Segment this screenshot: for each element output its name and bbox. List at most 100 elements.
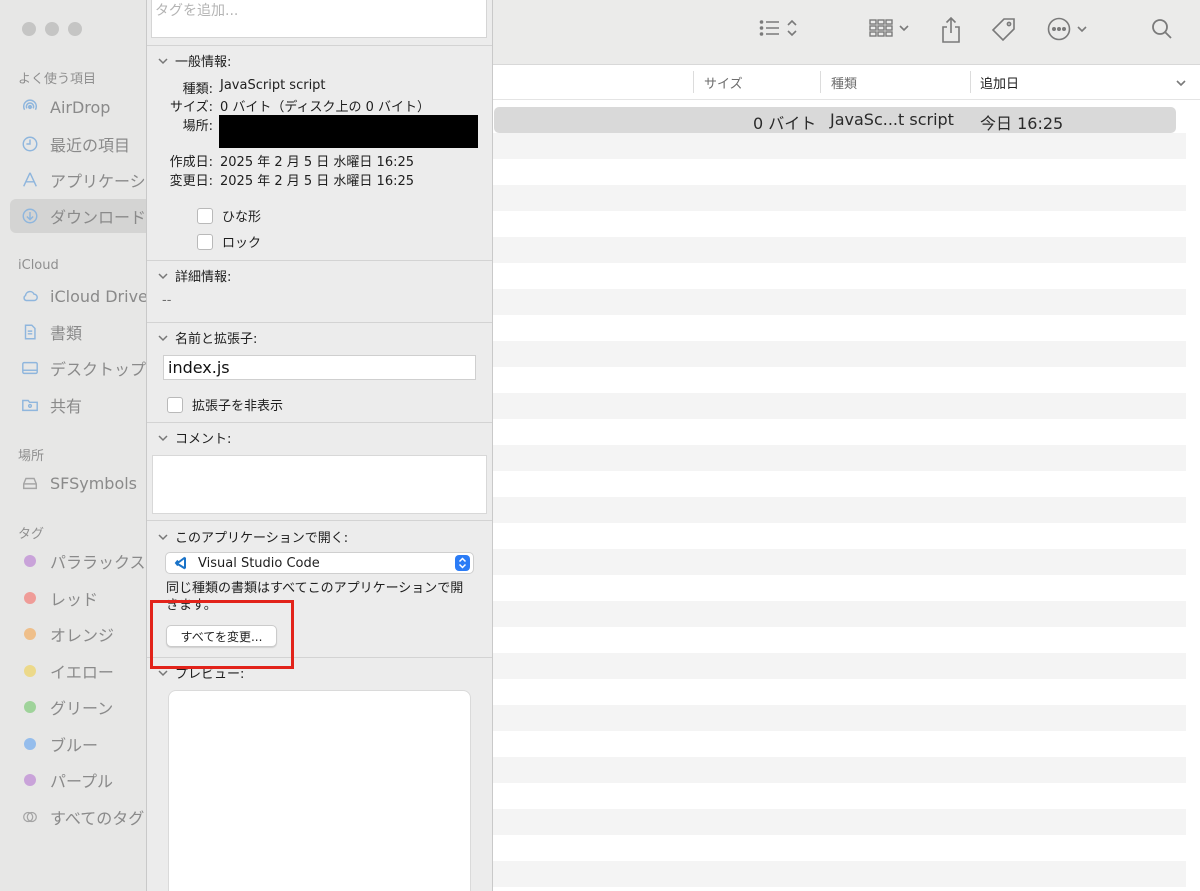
- locked-checkbox[interactable]: ロック: [197, 232, 261, 251]
- name-ext-section-toggle[interactable]: 名前と拡張子:: [157, 328, 257, 347]
- sidebar-item-documents[interactable]: 書類: [10, 315, 160, 349]
- sidebar-tag-parallax[interactable]: パララックス: [10, 544, 160, 578]
- chevron-down-icon: [158, 57, 168, 64]
- column-kind[interactable]: 種類: [831, 73, 857, 92]
- modified-key: 変更日:: [169, 174, 213, 189]
- sidebar-item-label: AirDrop: [50, 97, 111, 117]
- sidebar-tag-purple[interactable]: パープル: [10, 763, 160, 797]
- view-options-button[interactable]: [758, 16, 798, 40]
- size-key: サイズ:: [170, 100, 213, 115]
- comments-section-toggle[interactable]: コメント:: [157, 428, 231, 447]
- sidebar-tag-blue[interactable]: ブルー: [10, 727, 160, 761]
- sidebar-item-label: iCloud Drive: [50, 286, 148, 306]
- column-divider: [693, 71, 694, 93]
- modified-value: 2025 年 2 月 5 日 水曜日 16:25: [220, 174, 415, 189]
- sidebar-item-desktop[interactable]: デスクトップ: [10, 351, 160, 385]
- checkbox-box[interactable]: [197, 207, 213, 224]
- more-info-section-toggle[interactable]: 詳細情報:: [157, 266, 231, 285]
- grid-group-icon: [869, 19, 893, 37]
- share-button[interactable]: [940, 16, 962, 44]
- sidebar-item-label: デスクトップ: [50, 360, 147, 379]
- sidebar-item-label: パララックス: [50, 553, 146, 572]
- table-row: [490, 653, 1186, 679]
- airdrop-icon: [20, 97, 40, 117]
- where-key: 場所:: [182, 119, 213, 134]
- table-row: [490, 757, 1186, 783]
- sidebar-item-sfsymbols[interactable]: SFSymbols: [10, 466, 160, 500]
- checkbox-box[interactable]: [167, 396, 183, 413]
- chevron-down-icon: [158, 334, 168, 341]
- open-with-section-title: このアプリケーションで開く:: [175, 531, 349, 546]
- sidebar-item-label: 書類: [50, 324, 83, 343]
- sidebar-item-airdrop[interactable]: AirDrop: [10, 90, 160, 124]
- zoom-window-button[interactable]: [68, 22, 82, 36]
- search-icon: [1152, 19, 1172, 39]
- hide-extension-label: 拡張子を非表示: [192, 399, 284, 414]
- edit-tags-button[interactable]: [990, 16, 1018, 44]
- disk-icon: [20, 473, 40, 493]
- sidebar-item-label: グリーン: [50, 699, 114, 718]
- tag-color-dot: [24, 774, 36, 786]
- minimize-window-button[interactable]: [45, 22, 59, 36]
- preview-area: [168, 690, 471, 891]
- sidebar-item-downloads[interactable]: ダウンロード: [10, 199, 160, 233]
- sidebar-item-label: パープル: [50, 772, 114, 791]
- filename-field[interactable]: index.js: [163, 355, 476, 380]
- open-with-app-name: Visual Studio Code: [198, 555, 320, 571]
- hide-extension-checkbox[interactable]: 拡張子を非表示: [167, 395, 283, 414]
- sidebar-item-label: ブルー: [50, 736, 99, 755]
- get-info-panel: タグを追加... 一般情報: 種類: JavaScript script サイズ…: [146, 0, 493, 891]
- sidebar-tag-green[interactable]: グリーン: [10, 690, 160, 724]
- sidebar-tag-red[interactable]: レッド: [10, 581, 160, 615]
- created-value: 2025 年 2 月 5 日 水曜日 16:25: [220, 155, 415, 170]
- annotation-highlight-box: [150, 600, 294, 669]
- sidebar-tag-yellow[interactable]: イエロー: [10, 654, 160, 688]
- download-icon: [20, 206, 40, 226]
- group-by-button[interactable]: [868, 16, 910, 40]
- table-row-selected[interactable]: 0 バイト JavaSc...t script 今日 16:25: [494, 107, 1176, 133]
- column-date-added[interactable]: 追加日: [980, 73, 1019, 92]
- share-icon: [942, 16, 960, 43]
- divider: [147, 322, 492, 323]
- sidebar-item-applications[interactable]: アプリケーション: [10, 163, 160, 197]
- divider: [147, 260, 492, 261]
- table-row: [490, 445, 1186, 471]
- sidebar-item-shared[interactable]: 共有: [10, 388, 160, 422]
- chevron-down-icon: [158, 533, 168, 540]
- action-menu-button[interactable]: [1046, 16, 1088, 42]
- sidebar-all-tags[interactable]: すべてのタグ…: [10, 800, 160, 834]
- column-size[interactable]: サイズ: [704, 73, 743, 92]
- size-value: 0 バイト（ディスク上の 0 バイト）: [220, 100, 431, 115]
- general-section-toggle[interactable]: 一般情報:: [157, 51, 231, 70]
- icloud-section-title: iCloud: [18, 258, 59, 273]
- open-with-section-toggle[interactable]: このアプリケーションで開く:: [157, 527, 348, 546]
- tag-icon: [991, 18, 1015, 42]
- tags-section-title: タグ: [18, 527, 45, 542]
- table-row: [490, 549, 1186, 575]
- desktop-icon: [20, 358, 40, 378]
- select-stepper[interactable]: [455, 555, 470, 571]
- open-with-app-select[interactable]: Visual Studio Code: [165, 552, 474, 574]
- sidebar-item-label: ダウンロード: [50, 208, 147, 227]
- list-view-icon: [759, 20, 779, 36]
- created-key: 作成日:: [169, 155, 213, 170]
- sidebar-item-icloud-drive[interactable]: iCloud Drive: [10, 279, 160, 313]
- table-row: [490, 185, 1186, 211]
- comments-textarea[interactable]: [152, 455, 487, 514]
- tag-color-dot: [24, 701, 36, 713]
- table-row: [490, 133, 1186, 159]
- sidebar-item-recents[interactable]: 最近の項目: [10, 127, 160, 161]
- close-window-button[interactable]: [22, 22, 36, 36]
- name-ext-section-title: 名前と拡張子:: [175, 332, 258, 347]
- tag-input[interactable]: タグを追加...: [151, 0, 487, 38]
- sidebar-tag-orange[interactable]: オレンジ: [10, 617, 160, 651]
- general-section-title: 一般情報:: [175, 55, 232, 70]
- chevron-down-icon: [158, 272, 168, 279]
- chevron-down-icon: [1077, 26, 1087, 33]
- search-button[interactable]: [1150, 16, 1174, 42]
- sidebar-item-label: SFSymbols: [50, 473, 138, 493]
- more-info-section-title: 詳細情報:: [175, 270, 232, 285]
- stationery-checkbox[interactable]: ひな形: [197, 206, 261, 225]
- sort-chevron-icon[interactable]: [1175, 77, 1187, 89]
- checkbox-box[interactable]: [197, 233, 213, 250]
